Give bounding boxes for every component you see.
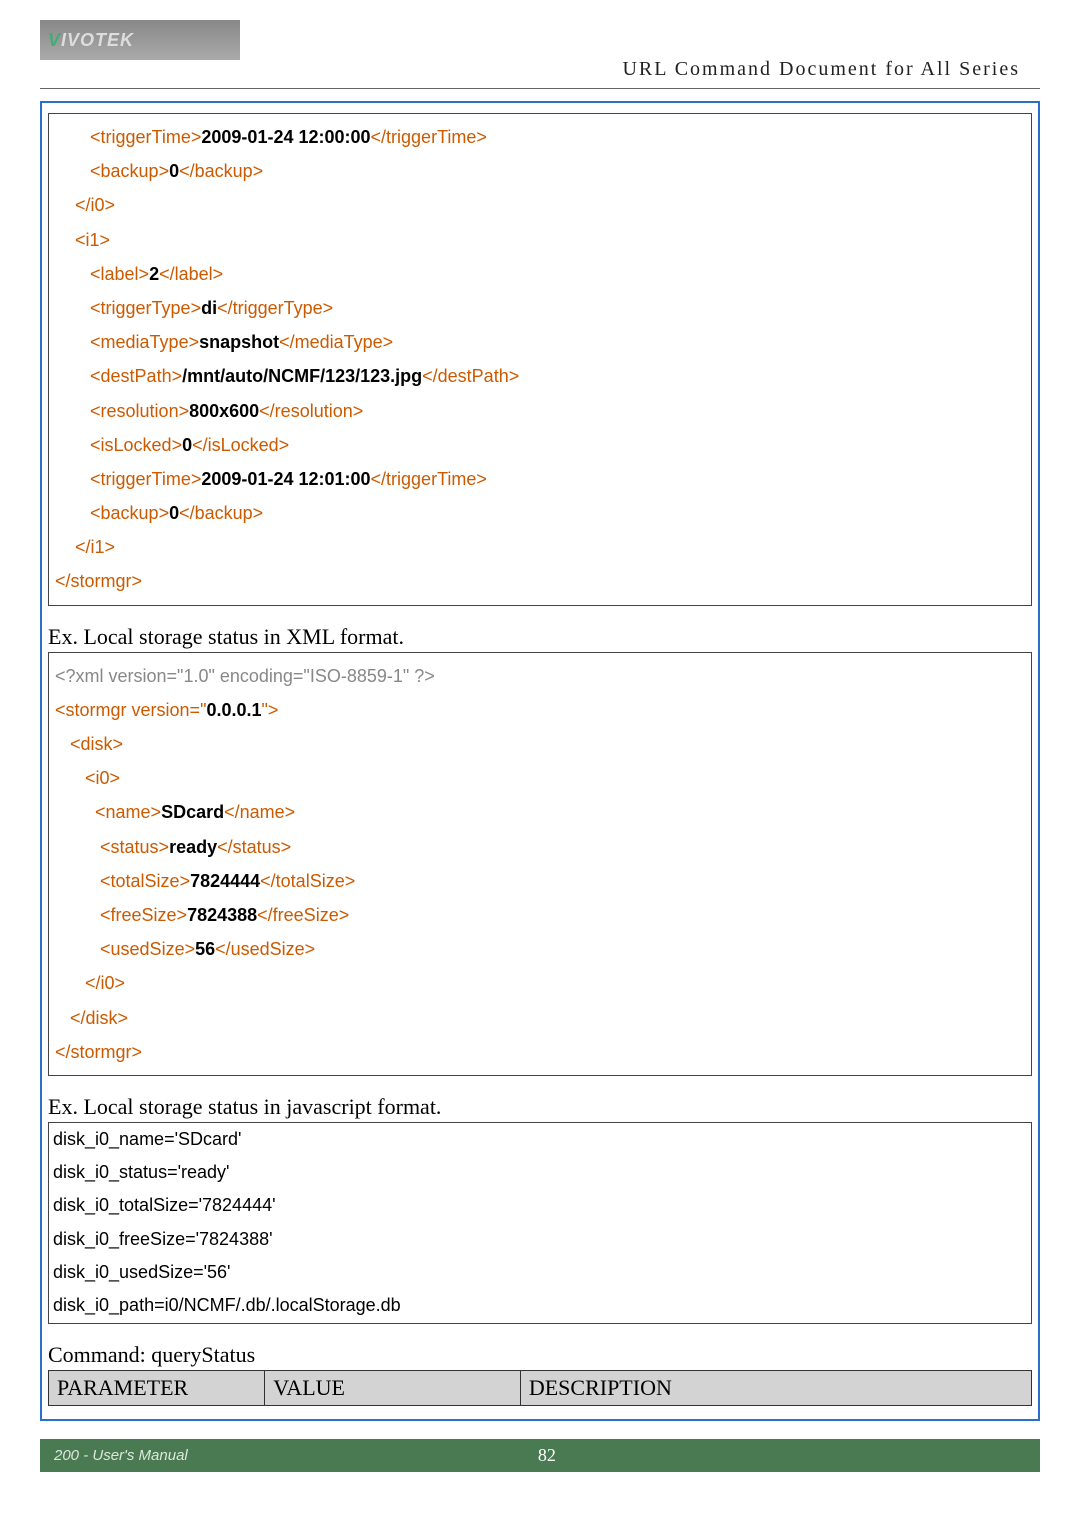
content-frame: <triggerTime>2009-01-24 12:00:00</trigge… [40, 101, 1040, 1421]
code-line: <resolution>800x600</resolution> [49, 394, 1031, 428]
logo-v: V [48, 30, 61, 50]
code-line: disk_i0_name='SDcard' [49, 1123, 1031, 1156]
code-line: <backup>0</backup> [49, 496, 1031, 530]
code-line: <isLocked>0</isLocked> [49, 428, 1031, 462]
command-label: Command: queryStatus [48, 1342, 1032, 1368]
code-line: disk_i0_totalSize='7824444' [49, 1189, 1031, 1222]
code-line: <totalSize>7824444</totalSize> [49, 864, 1031, 898]
code-line: </i0> [49, 188, 1031, 222]
code-line: disk_i0_usedSize='56' [49, 1256, 1031, 1289]
code-line: <freeSize>7824388</freeSize> [49, 898, 1031, 932]
code-line: <disk> [49, 727, 1031, 761]
code-line: <stormgr version="0.0.0.1"> [49, 693, 1031, 727]
code-line: <i1> [49, 223, 1031, 257]
code-line: </i1> [49, 530, 1031, 564]
code-line: <name>SDcard</name> [49, 795, 1031, 829]
js-code-box: disk_i0_name='SDcard'disk_i0_status='rea… [48, 1122, 1032, 1324]
code-line: disk_i0_freeSize='7824388' [49, 1223, 1031, 1256]
table-header-row: PARAMETER VALUE DESCRIPTION [49, 1370, 1032, 1405]
col-parameter: PARAMETER [49, 1370, 265, 1405]
code-line: <triggerTime>2009-01-24 12:00:00</trigge… [49, 120, 1031, 154]
code-line: </stormgr> [49, 1035, 1031, 1069]
doc-title: URL Command Document for All Series [622, 58, 1020, 81]
header-logo-bar: VIVOTEK [40, 20, 240, 60]
code-line: <usedSize>56</usedSize> [49, 932, 1031, 966]
col-value: VALUE [265, 1370, 521, 1405]
header-rule [40, 88, 1040, 89]
logo-rest: IVOTEK [61, 30, 134, 50]
xml-code-box-1: <triggerTime>2009-01-24 12:00:00</trigge… [48, 113, 1032, 606]
code-line: <triggerType>di</triggerType> [49, 291, 1031, 325]
code-line: </disk> [49, 1001, 1031, 1035]
footer-page-number: 82 [538, 1445, 556, 1466]
code-line: <backup>0</backup> [49, 154, 1031, 188]
code-line: <label>2</label> [49, 257, 1031, 291]
logo-text: VIVOTEK [48, 30, 134, 51]
code-line: <mediaType>snapshot</mediaType> [49, 325, 1031, 359]
caption-xml-status: Ex. Local storage status in XML format. [48, 624, 1032, 650]
xml-code-box-2: <?xml version="1.0" encoding="ISO-8859-1… [48, 652, 1032, 1076]
code-line: <status>ready</status> [49, 830, 1031, 864]
code-line: <triggerTime>2009-01-24 12:01:00</trigge… [49, 462, 1031, 496]
footer-left: 200 - User's Manual [54, 1447, 188, 1464]
code-line: <?xml version="1.0" encoding="ISO-8859-1… [49, 659, 1031, 693]
code-line: disk_i0_status='ready' [49, 1156, 1031, 1189]
caption-js-status: Ex. Local storage status in javascript f… [48, 1094, 1032, 1120]
code-line: disk_i0_path=i0/NCMF/.db/.localStorage.d… [49, 1289, 1031, 1322]
footer-bar: 200 - User's Manual 82 [40, 1439, 1040, 1472]
parameter-table: PARAMETER VALUE DESCRIPTION [48, 1370, 1032, 1406]
col-description: DESCRIPTION [520, 1370, 1031, 1405]
code-line: <destPath>/mnt/auto/NCMF/123/123.jpg</de… [49, 359, 1031, 393]
code-line: </i0> [49, 966, 1031, 1000]
code-line: </stormgr> [49, 564, 1031, 598]
code-line: <i0> [49, 761, 1031, 795]
